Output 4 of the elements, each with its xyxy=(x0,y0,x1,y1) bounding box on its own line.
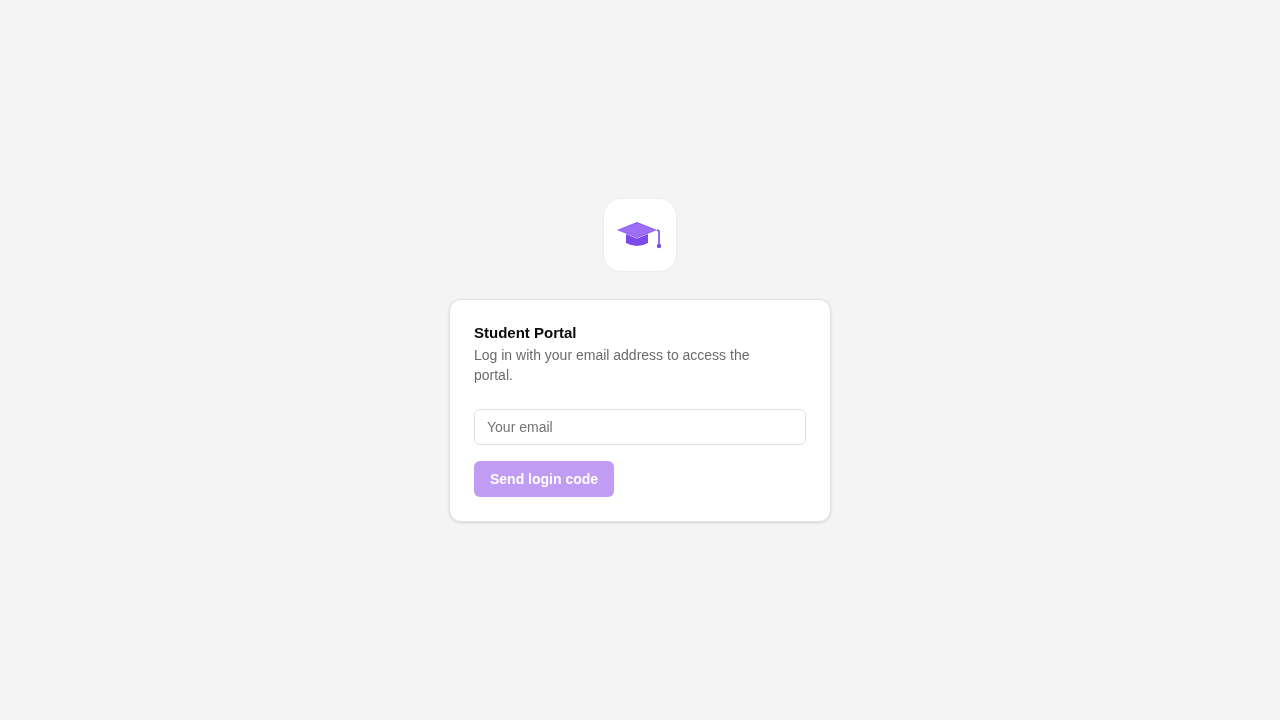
card-title: Student Portal xyxy=(474,323,577,343)
card-description: Log in with your email address to access the portal. xyxy=(474,346,751,385)
email-input-field[interactable]: Your email xyxy=(474,409,806,445)
graduation-cap-icon xyxy=(603,198,677,272)
